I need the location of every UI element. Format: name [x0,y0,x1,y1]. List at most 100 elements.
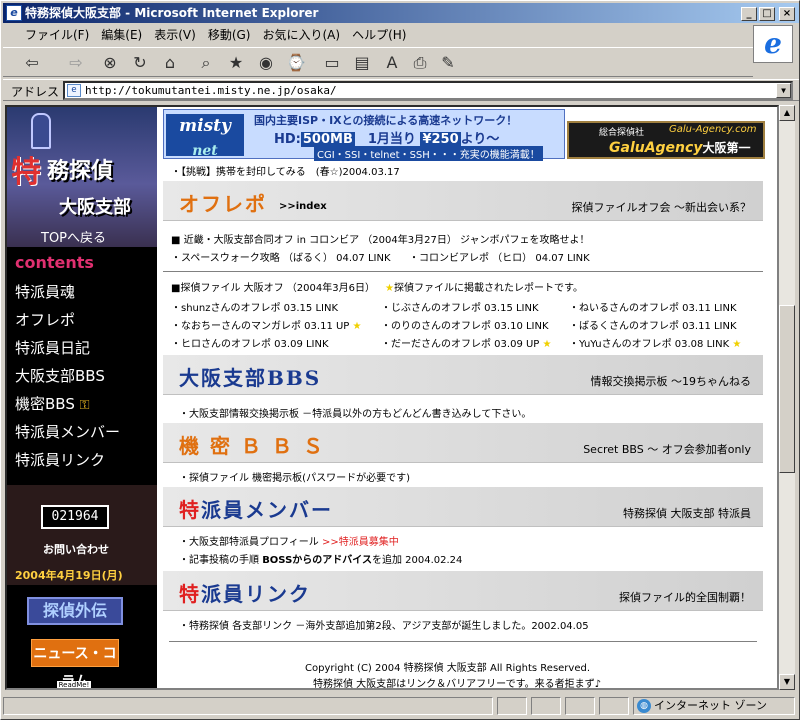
nav-offrepo[interactable]: オフレポ [15,311,75,329]
secret-bbs-title: 機 密 Ｂ Ｂ Ｓ [179,434,325,458]
stop-icon[interactable]: ⊗ [99,52,121,74]
galu-url: Galu-Agency.com [669,124,757,135]
address-label: アドレス [11,85,60,99]
readme-badge[interactable]: ReadMe! [57,681,91,688]
refresh-icon[interactable]: ↻ [129,52,151,74]
links-line[interactable]: ・特務探偵 各支部リンク －海外支部追加第2段、アジア支部が誕生しました。200… [179,617,589,632]
grid-0-2[interactable]: ・ねいるさんのオフレポ 03.11 LINK [569,299,737,314]
misty-logo: misty net [166,114,244,159]
menu-view[interactable]: 表示(V) [148,25,202,45]
price-label: 1月当り [367,132,416,147]
fullscreen-icon[interactable]: ▭ [321,52,343,74]
maximize-button[interactable]: □ [759,7,775,21]
scroll-down-icon[interactable]: ▼ [779,674,795,690]
edit-icon[interactable]: ✎ [437,52,459,74]
recruit-link[interactable]: >>特派員募集中 [322,537,399,548]
secret-bbs-line[interactable]: ・探偵ファイル 機密掲示板(パスワードが必要です) [179,469,410,484]
nav-diary[interactable]: 特派員日記 [15,339,90,357]
logo-kanji-red: 特 [11,155,41,190]
menu-help[interactable]: ヘルプ(H) [346,25,412,45]
nav-tokuhainkon[interactable]: 特派員魂 [15,283,75,301]
menu-favorites[interactable]: お気に入り(A) [256,25,346,45]
close-button[interactable]: × [779,7,795,21]
grid-1-1[interactable]: ・のりのさんのオフレポ 03.10 LINK [381,317,549,332]
minimize-button[interactable]: _ [741,7,757,21]
menu-file[interactable]: ファイル(F) [19,25,95,45]
media-icon[interactable]: ◉ [255,52,277,74]
grid-1-0[interactable]: ・なおちーさんのマンガレポ 03.11 UP ★ [171,317,362,332]
site-logo[interactable]: 特 務探偵 大阪支部 TOPへ戻る [7,107,157,247]
star-icon: ★ [542,339,552,350]
grid-2-0[interactable]: ・ヒロさんのオフレポ 03.09 LINK [171,335,329,350]
page-icon: e [67,84,81,97]
channels-icon[interactable]: ▤ [351,52,373,74]
grid-1-0-text: ・なおちーさんのマンガレポ 03.11 UP [171,321,350,332]
scroll-thumb[interactable] [779,305,795,473]
contact-link[interactable]: お問い合わせ [43,541,109,557]
galu-banner[interactable]: 総合探偵社 Galu-Agency.com GaluAgency大阪第一 [567,121,765,159]
key-icon: ⚿ [79,398,90,413]
top-link[interactable]: TOPへ戻る [41,227,106,246]
print-icon[interactable]: ⎙ [409,52,431,74]
scroll-up-icon[interactable]: ▲ [779,105,795,121]
access-counter: 021964 [41,505,109,529]
address-input[interactable]: e http://tokumutantei.misty.ne.jp/osaka/… [63,81,793,100]
offrepo-line1[interactable]: ■ 近畿・大阪支部合同オフ in コロンビア （2004年3月27日） ジャンボ… [171,231,590,246]
members-title: 特派員メンバー [179,494,333,523]
menu-go[interactable]: 移動(G) [202,25,257,45]
main-content: ・【挑戦】携帯を封印してみる (春☆)2004.03.17 オフレポ >>ind… [163,161,763,688]
hd-value: 500MB [300,132,355,147]
nav-osaka-bbs[interactable]: 大阪支部BBS [15,367,105,385]
links-title-rest: 派員リンク [201,582,311,606]
footer-divider [169,641,757,642]
vertical-scrollbar[interactable]: ▲ ▼ [779,105,795,690]
history-icon[interactable]: ⌚ [285,52,307,74]
offrepo-line2b[interactable]: ・コロンビアレポ （ヒロ） 04.07 LINK [409,249,590,264]
globe-icon: ◍ [637,699,651,713]
members-line2[interactable]: ・記事投稿の手順 BOSSからのアドバイスを追加 2004.02.24 [179,551,462,566]
browser-window: e 特務探偵大阪支部 - Microsoft Internet Explorer… [0,0,800,720]
galu-osaka: 大阪第一 [702,141,751,155]
offrepo-line2a[interactable]: ・スペースウォーク攻略 （ばるく） 04.07 LINK [171,249,391,264]
grid-2-2-text: ・YuYuさんのオフレポ 03.08 LINK [569,339,730,350]
misty-tagline: 国内主要ISP・IXとの接続による高速ネットワーク！ [254,114,518,127]
search-icon[interactable]: ⌕ [195,52,217,74]
bbs-line[interactable]: ・大阪支部情報交換掲示板 －特派員以外の方もどんどん書き込みして下さい。 [179,405,531,420]
grid-2-1[interactable]: ・だーださんのオフレポ 03.09 UP ★ [381,335,552,350]
tantei-gaiden-button[interactable]: 探偵外伝 [27,597,123,625]
home-icon[interactable]: ⌂ [159,52,181,74]
misty-banner[interactable]: misty net 国内主要ISP・IXとの接続による高速ネットワーク！ HD: 5… [163,109,565,161]
boss-advice-link[interactable]: BOSSからのアドバイス [262,555,372,566]
top-item[interactable]: ・【挑戦】携帯を封印してみる (春☆)2004.03.17 [171,163,400,178]
address-dropdown-icon[interactable]: ▼ [776,83,791,98]
bbs-header: 大阪支部BBS 情報交換掲示板 ～19ちゃんねる [163,355,763,395]
links-header: 特派員リンク 探偵ファイル的全国制覇！ [163,571,763,611]
nav-secret-bbs[interactable]: 機密BBS ⚿ [15,395,90,415]
nav-members[interactable]: 特派員メンバー [15,423,120,441]
grid-0-1[interactable]: ・じぶさんのオフレポ 03.15 LINK [381,299,539,314]
nav-secret-bbs-label: 機密BBS [15,395,75,413]
contents-label: contents [15,253,94,272]
back-icon[interactable]: ⇦ [21,52,43,74]
members-line1[interactable]: ・大阪支部特派員プロフィール >>特派員募集中 [179,533,399,548]
forward-icon[interactable]: ⇨ [65,52,87,74]
galu-small: 総合探偵社 [599,128,645,138]
members-right: 特務探偵 大阪支部 特派員 [623,507,751,520]
star-icon: ★ [385,283,394,294]
grid-1-2[interactable]: ・ばるくさんのオフレポ 03.11 LINK [569,317,737,332]
price-suffix: より～ [460,132,500,147]
menu-bar: ファイル(F) 編集(E) 表示(V) 移動(G) お気に入り(A) ヘルプ(H) [3,25,799,45]
menu-edit[interactable]: 編集(E) [95,25,148,45]
sidebar: 特 務探偵 大阪支部 TOPへ戻る contents 特派員魂 オフレポ 特派員… [7,107,157,688]
offrepo-index-link[interactable]: >>index [279,201,327,212]
grid-2-2[interactable]: ・YuYuさんのオフレポ 03.08 LINK ★ [569,335,741,350]
members-line2-tail: を追加 2004.02.24 [371,555,463,566]
misty-logo-text: misty [179,116,231,136]
grid-0-0[interactable]: ・shunzさんのオフレポ 03.15 LINK [171,299,338,314]
members-line2-text: ・記事投稿の手順 [179,555,259,566]
news-column-button[interactable]: ニュース・コラム [31,639,119,688]
divider [163,271,763,272]
font-icon[interactable]: A [381,52,403,74]
favorites-icon[interactable]: ★ [225,52,247,74]
nav-links[interactable]: 特派員リンク [15,451,105,469]
